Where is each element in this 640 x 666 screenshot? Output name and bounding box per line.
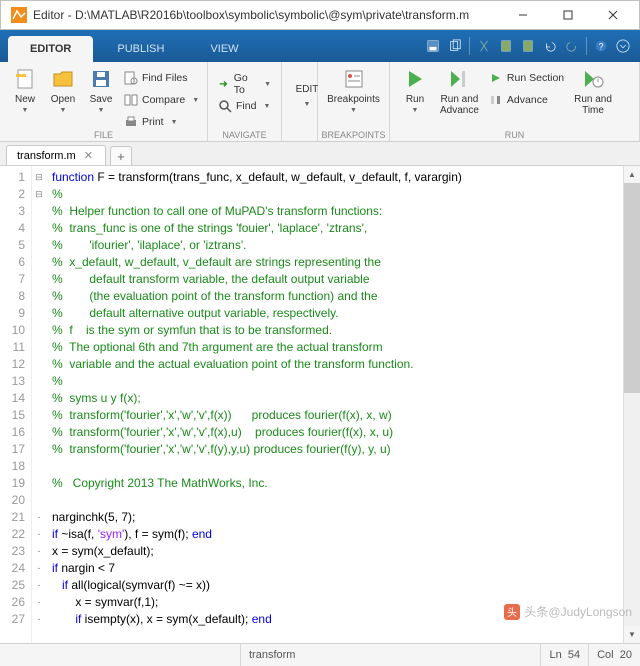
svg-text:?: ? bbox=[599, 42, 604, 52]
title-bar: Editor - D:\MATLAB\R2016b\toolbox\symbol… bbox=[0, 0, 640, 30]
run-icon bbox=[404, 68, 426, 90]
group-label-file: FILE bbox=[0, 130, 207, 140]
goto-icon bbox=[218, 77, 230, 91]
find-files-icon bbox=[124, 71, 138, 85]
code-area[interactable]: function F = transform(trans_func, x_def… bbox=[46, 166, 623, 643]
tab-view[interactable]: VIEW bbox=[188, 36, 260, 62]
qat-dropdown-icon[interactable] bbox=[612, 35, 634, 57]
find-button[interactable]: Find▼ bbox=[214, 96, 275, 116]
qat-help-icon[interactable]: ? bbox=[590, 35, 612, 57]
goto-button[interactable]: Go To▼ bbox=[214, 74, 275, 94]
scroll-down-icon[interactable]: ▼ bbox=[624, 626, 640, 643]
qat-save-icon[interactable] bbox=[422, 35, 444, 57]
ribbon-tabstrip: EDITOR PUBLISH VIEW ? bbox=[0, 30, 640, 62]
run-advance-icon bbox=[448, 68, 470, 90]
group-label-navigate: NAVIGATE bbox=[208, 130, 281, 140]
line-number-gutter: 1234567891011121314151617181920212223242… bbox=[0, 166, 32, 643]
scroll-thumb[interactable] bbox=[624, 183, 640, 393]
breakpoints-icon bbox=[343, 68, 365, 90]
status-col: Col 20 bbox=[588, 644, 640, 666]
run-time-button[interactable]: Run and Time bbox=[568, 66, 618, 118]
find-files-button[interactable]: Find Files bbox=[120, 68, 203, 88]
svg-text:+: + bbox=[20, 72, 24, 78]
scroll-up-icon[interactable]: ▲ bbox=[624, 166, 640, 183]
qat-cut-icon[interactable] bbox=[473, 35, 495, 57]
group-label-breakpoints: BREAKPOINTS bbox=[318, 130, 389, 140]
ribbon: + New▼ Open▼ Save▼ Find Files Compare▼ P… bbox=[0, 62, 640, 142]
qat-undo-icon[interactable] bbox=[539, 35, 561, 57]
run-button[interactable]: Run▼ bbox=[396, 66, 434, 116]
qat-copy-icon[interactable] bbox=[444, 35, 466, 57]
close-button[interactable] bbox=[590, 1, 635, 29]
save-icon bbox=[90, 68, 112, 90]
advance-icon bbox=[489, 93, 503, 107]
quick-access-toolbar: ? bbox=[422, 35, 634, 57]
code-editor[interactable]: 1234567891011121314151617181920212223242… bbox=[0, 166, 640, 643]
breakpoints-button[interactable]: Breakpoints▼ bbox=[324, 66, 383, 116]
run-time-icon bbox=[582, 68, 604, 90]
print-icon bbox=[124, 115, 138, 129]
add-tab-button[interactable]: + bbox=[110, 146, 132, 165]
save-button[interactable]: Save▼ bbox=[82, 66, 120, 116]
run-section-button[interactable]: Run Section bbox=[485, 68, 568, 88]
fold-gutter[interactable]: ⊟⊟------- bbox=[32, 166, 46, 643]
new-file-icon: + bbox=[14, 68, 36, 90]
close-tab-icon[interactable]: ✕ bbox=[84, 149, 93, 162]
qat-redo-icon[interactable] bbox=[561, 35, 583, 57]
window-title: Editor - D:\MATLAB\R2016b\toolbox\symbol… bbox=[33, 8, 500, 22]
run-advance-button[interactable]: Run and Advance bbox=[434, 66, 485, 118]
compare-button[interactable]: Compare▼ bbox=[120, 90, 203, 110]
maximize-button[interactable] bbox=[545, 1, 590, 29]
status-bar: transform Ln 54 Col 20 bbox=[0, 643, 640, 666]
tab-editor[interactable]: EDITOR bbox=[8, 36, 93, 62]
open-folder-icon bbox=[52, 68, 74, 90]
qat-paste2-icon[interactable] bbox=[517, 35, 539, 57]
file-tab-bar: transform.m ✕ + bbox=[0, 142, 640, 166]
new-button[interactable]: + New▼ bbox=[6, 66, 44, 116]
vertical-scrollbar[interactable]: ▲ ▼ bbox=[623, 166, 640, 643]
compare-icon bbox=[124, 93, 138, 107]
run-section-icon bbox=[489, 71, 503, 85]
file-tab[interactable]: transform.m ✕ bbox=[6, 145, 106, 165]
tab-publish[interactable]: PUBLISH bbox=[95, 36, 186, 62]
group-label-run: RUN bbox=[390, 130, 639, 140]
qat-paste-icon[interactable] bbox=[495, 35, 517, 57]
print-button[interactable]: Print▼ bbox=[120, 112, 203, 132]
open-button[interactable]: Open▼ bbox=[44, 66, 82, 116]
app-logo-icon bbox=[11, 7, 27, 23]
status-function: transform bbox=[240, 644, 400, 666]
minimize-button[interactable] bbox=[500, 1, 545, 29]
status-line: Ln 54 bbox=[540, 644, 588, 666]
find-icon bbox=[218, 99, 232, 113]
advance-button[interactable]: Advance bbox=[485, 90, 568, 110]
